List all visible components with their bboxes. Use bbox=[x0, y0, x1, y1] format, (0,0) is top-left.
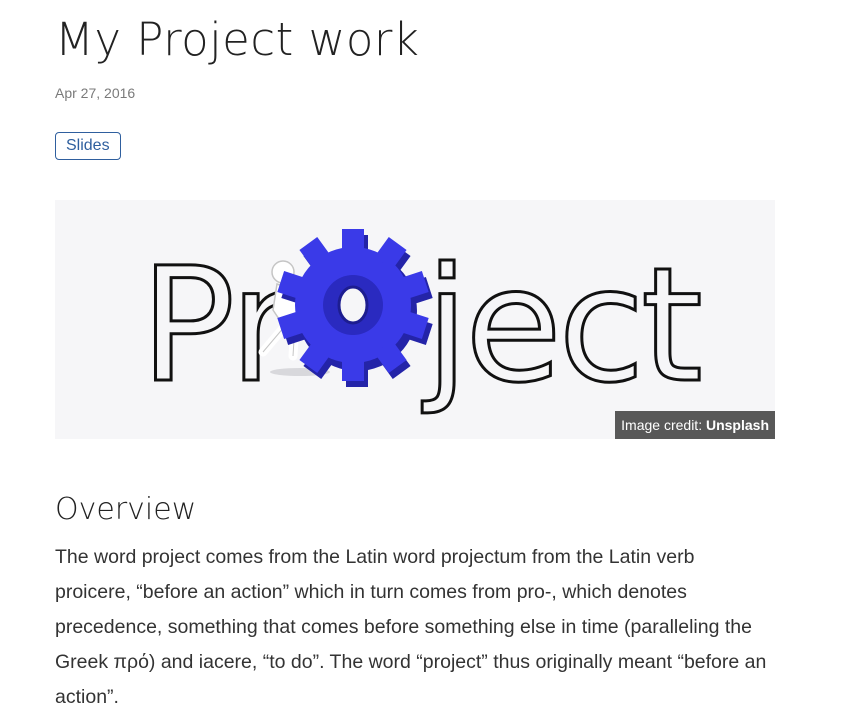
publish-date: Apr 27, 2016 bbox=[55, 85, 136, 101]
project-illustration: Pr ject bbox=[139, 229, 705, 420]
gear-tooth bbox=[342, 229, 364, 253]
gear-tooth bbox=[342, 357, 364, 381]
image-credit: Image credit: Unsplash bbox=[615, 411, 775, 439]
gear-icon bbox=[277, 229, 433, 387]
image-credit-source[interactable]: Unsplash bbox=[706, 417, 769, 433]
tag-slides-button[interactable]: Slides bbox=[55, 132, 121, 160]
page-title: My Project work bbox=[55, 13, 420, 66]
illustration-word-left: Pr bbox=[140, 234, 295, 418]
featured-image: Pr ject Image credit: Unsplash bbox=[55, 200, 775, 439]
section-heading: Overview bbox=[55, 492, 197, 527]
overview-paragraph: The word project comes from the Latin wo… bbox=[55, 546, 767, 708]
illustration-word-right: ject bbox=[422, 234, 700, 418]
image-credit-prefix: Image credit: bbox=[621, 417, 706, 433]
